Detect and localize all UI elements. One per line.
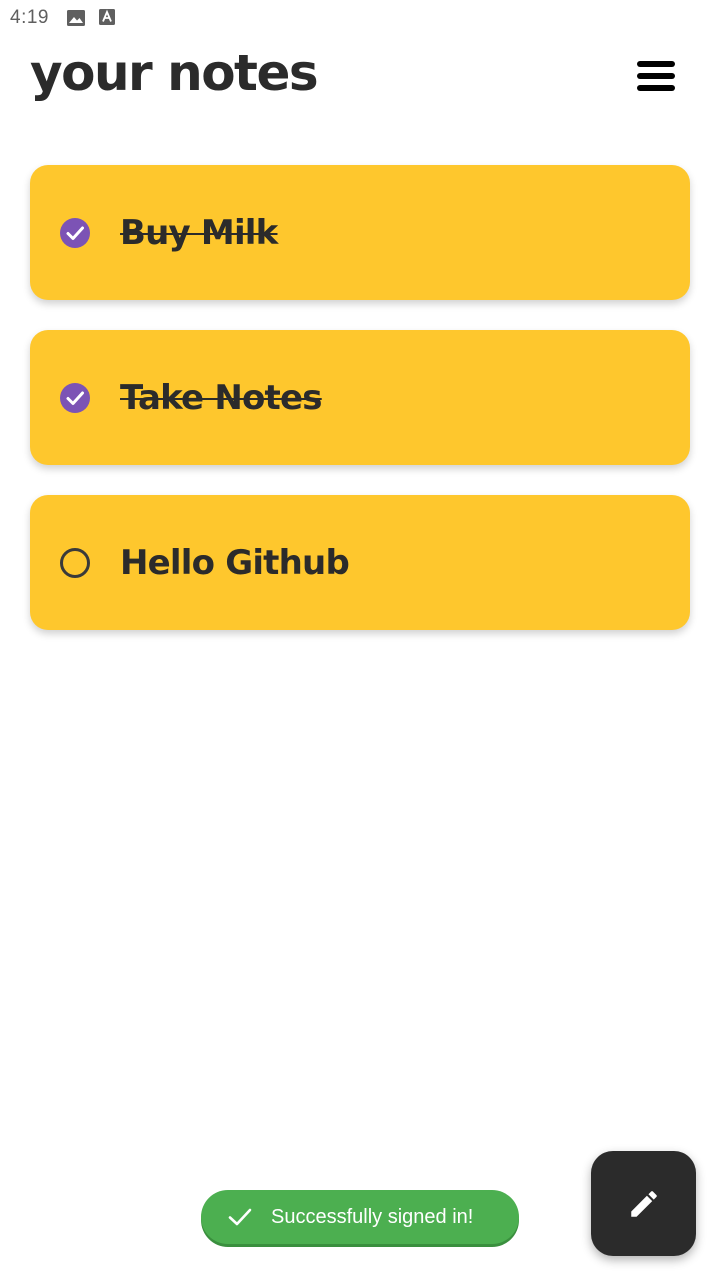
note-checkbox-checked[interactable] [59,217,91,249]
app-screen: 4:19 your notes Buy Milk Take Notes Hell… [0,0,720,1280]
image-icon [66,9,85,27]
empty-circle-icon [60,547,90,578]
note-text: Take Notes [120,377,323,418]
note-card[interactable]: Buy Milk [30,165,690,300]
new-note-button[interactable] [591,1151,696,1256]
accessibility-a-icon [98,9,117,27]
menu-button[interactable] [630,54,682,98]
note-checkbox-checked[interactable] [59,382,91,414]
hamburger-menu-icon [637,61,675,91]
check-icon [227,1204,253,1230]
note-card[interactable]: Hello Github [30,495,690,630]
check-circle-icon [60,382,90,413]
page-title: your notes [30,44,319,102]
note-text: Hello Github [120,542,350,583]
status-time: 4:19 [10,7,49,28]
notes-list: Buy Milk Take Notes Hello Github [30,165,690,660]
note-card[interactable]: Take Notes [30,330,690,465]
note-text: Buy Milk [120,212,278,253]
status-bar: 4:19 [0,0,720,36]
check-circle-icon [60,217,90,248]
success-toast: Successfully signed in! [201,1190,519,1244]
toast-message: Successfully signed in! [271,1205,474,1228]
note-checkbox-unchecked[interactable] [59,547,91,579]
pencil-icon [630,1190,657,1217]
